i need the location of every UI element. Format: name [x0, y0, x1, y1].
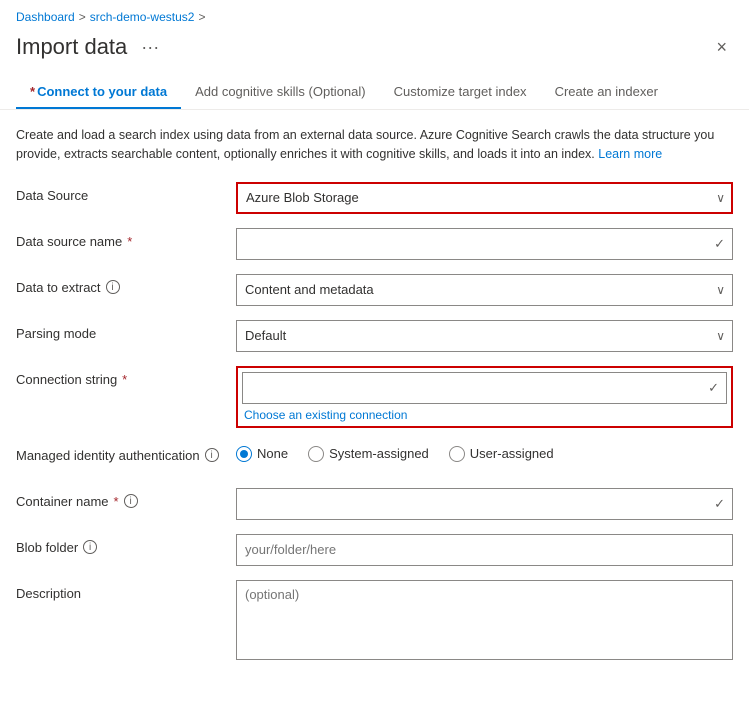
radio-system-circle [308, 446, 324, 462]
blob-folder-input[interactable] [236, 534, 733, 566]
container-name-input[interactable]: cog-search-demo [236, 488, 733, 520]
blob-folder-info-icon[interactable]: i [83, 540, 97, 554]
data-source-select[interactable]: Azure Blob Storage [236, 182, 733, 214]
container-name-required: * [114, 494, 119, 509]
data-source-select-wrapper: Azure Blob Storage ∨ [236, 182, 733, 214]
tab-connect-star: * [30, 84, 35, 99]
data-source-name-control: cog-search-demo-ds ✓ [236, 228, 733, 260]
parsing-mode-label: Parsing mode [16, 320, 236, 341]
managed-identity-label: Managed identity authentication i [16, 442, 236, 463]
container-name-info-icon[interactable]: i [124, 494, 138, 508]
breadcrumb: Dashboard > srch-demo-westus2 > [0, 0, 749, 30]
connection-string-input[interactable]: DefaultEndpointsProtocol=https;AccountNa… [242, 372, 727, 404]
breadcrumb-chevron-2: > [198, 10, 205, 24]
tab-indexer[interactable]: Create an indexer [541, 76, 672, 109]
radio-none-circle [236, 446, 252, 462]
data-source-row: Data Source Azure Blob Storage ∨ [16, 182, 733, 214]
breadcrumb-dashboard[interactable]: Dashboard [16, 10, 75, 24]
blob-folder-row: Blob folder i [16, 534, 733, 566]
data-source-label: Data Source [16, 182, 236, 203]
container-name-input-wrapper: cog-search-demo ✓ [236, 488, 733, 520]
data-source-name-label: Data source name * [16, 228, 236, 249]
data-source-name-input-wrapper: cog-search-demo-ds ✓ [236, 228, 733, 260]
container-name-control: cog-search-demo ✓ [236, 488, 733, 520]
parsing-mode-control: Default ∨ [236, 320, 733, 352]
managed-identity-control: None System-assigned User-assigned [236, 442, 733, 462]
data-source-name-input[interactable]: cog-search-demo-ds [236, 228, 733, 260]
parsing-mode-row: Parsing mode Default ∨ [16, 320, 733, 352]
description-field-control [236, 580, 733, 663]
blob-folder-label: Blob folder i [16, 534, 236, 555]
description-textarea[interactable] [236, 580, 733, 660]
radio-user-circle [449, 446, 465, 462]
breadcrumb-chevron-1: > [79, 10, 86, 24]
tab-bar: *Connect to your data Add cognitive skil… [0, 76, 749, 110]
content-area: Create and load a search index using dat… [0, 110, 749, 687]
data-to-extract-control: Content and metadata ∨ [236, 274, 733, 306]
container-name-label: Container name * i [16, 488, 236, 509]
connection-string-row: Connection string * DefaultEndpointsProt… [16, 366, 733, 428]
identity-options: None System-assigned User-assigned [236, 442, 733, 462]
data-source-control: Azure Blob Storage ∨ [236, 182, 733, 214]
managed-identity-info-icon[interactable]: i [205, 448, 219, 462]
description-field-label: Description [16, 580, 236, 601]
tab-index[interactable]: Customize target index [380, 76, 541, 109]
data-to-extract-row: Data to extract i Content and metadata ∨ [16, 274, 733, 306]
container-name-row: Container name * i cog-search-demo ✓ [16, 488, 733, 520]
parsing-mode-select[interactable]: Default [236, 320, 733, 352]
radio-user-assigned[interactable]: User-assigned [449, 446, 554, 462]
close-button[interactable]: × [710, 35, 733, 60]
connection-string-input-wrapper: DefaultEndpointsProtocol=https;AccountNa… [242, 372, 727, 404]
page-title-row: Import data ··· [16, 34, 165, 60]
data-to-extract-select-wrapper: Content and metadata ∨ [236, 274, 733, 306]
data-source-name-required: * [127, 234, 132, 249]
radio-system-assigned[interactable]: System-assigned [308, 446, 429, 462]
connection-string-required: * [122, 372, 127, 387]
radio-none[interactable]: None [236, 446, 288, 462]
connection-string-control: DefaultEndpointsProtocol=https;AccountNa… [236, 366, 733, 428]
tab-connect[interactable]: *Connect to your data [16, 76, 181, 109]
parsing-mode-select-wrapper: Default ∨ [236, 320, 733, 352]
learn-more-link[interactable]: Learn more [598, 147, 662, 161]
choose-existing-connection-link[interactable]: Choose an existing connection [242, 408, 727, 422]
breadcrumb-service[interactable]: srch-demo-westus2 [90, 10, 195, 24]
connection-string-highlight-box: DefaultEndpointsProtocol=https;AccountNa… [236, 366, 733, 428]
data-to-extract-label: Data to extract i [16, 274, 236, 295]
description-text: Create and load a search index using dat… [16, 126, 733, 164]
connection-string-label: Connection string * [16, 366, 236, 387]
tab-cognitive[interactable]: Add cognitive skills (Optional) [181, 76, 380, 109]
page-title: Import data [16, 34, 127, 60]
data-source-name-row: Data source name * cog-search-demo-ds ✓ [16, 228, 733, 260]
managed-identity-row: Managed identity authentication i None S… [16, 442, 733, 474]
ellipsis-button[interactable]: ··· [135, 35, 165, 60]
blob-folder-control [236, 534, 733, 566]
description-row: Description [16, 580, 733, 663]
data-to-extract-info-icon[interactable]: i [106, 280, 120, 294]
page-header: Import data ··· × [0, 30, 749, 76]
data-to-extract-select[interactable]: Content and metadata [236, 274, 733, 306]
